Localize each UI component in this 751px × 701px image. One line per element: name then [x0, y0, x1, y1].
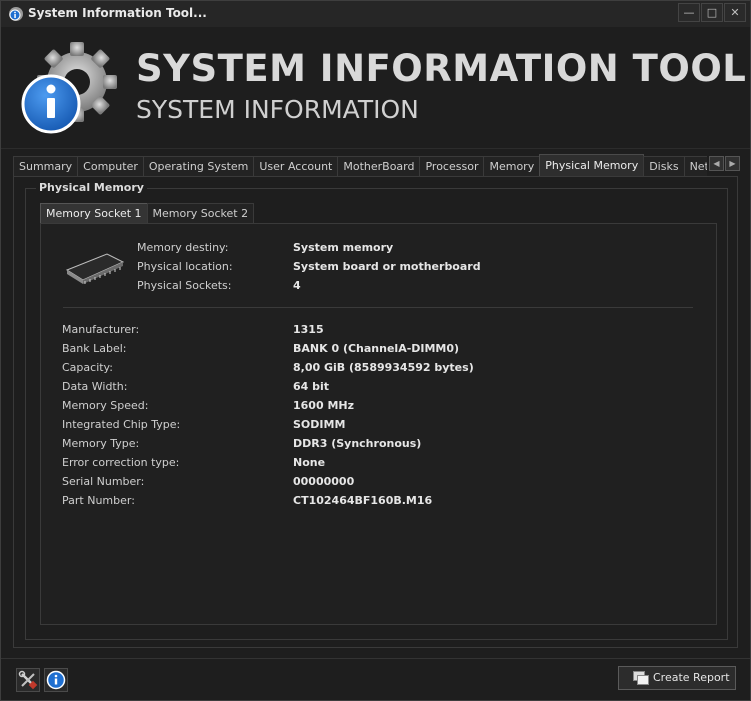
- tab-operating-system[interactable]: Operating System: [142, 156, 255, 176]
- tab-network-adapter[interactable]: Network Adapter: [683, 156, 707, 176]
- serial-number-label: Serial Number:: [62, 475, 145, 488]
- maximize-button[interactable]: □: [701, 3, 723, 22]
- tab-motherboard[interactable]: MotherBoard: [337, 156, 421, 176]
- error-correction-type-value: None: [293, 456, 326, 469]
- data-width-label: Data Width:: [62, 380, 128, 393]
- tab-disks[interactable]: Disks: [643, 156, 685, 176]
- memory-destiny-value: System memory: [293, 241, 394, 254]
- bank-label-label: Bank Label:: [62, 342, 127, 355]
- tools-button[interactable]: [16, 668, 40, 692]
- tab-memory-socket-2[interactable]: Memory Socket 2: [146, 203, 255, 223]
- group-title: Physical Memory: [36, 181, 147, 194]
- memory-destiny-label: Memory destiny:: [137, 241, 229, 254]
- integrated-chip-type-label: Integrated Chip Type:: [62, 418, 181, 431]
- app-header: SYSTEM INFORMATION TOOL SYSTEM INFORMATI…: [1, 27, 750, 149]
- physical-location-value: System board or motherboard: [293, 260, 481, 273]
- tab-processor[interactable]: Processor: [419, 156, 485, 176]
- manufacturer-label: Manufacturer:: [62, 323, 140, 336]
- app-icon: [9, 7, 23, 21]
- data-width-value: 64 bit: [293, 380, 330, 393]
- memory-chip-icon: [65, 253, 125, 284]
- main-tabs: Summary Computer Operating System User A…: [13, 154, 707, 176]
- tab-summary[interactable]: Summary: [13, 156, 79, 176]
- part-number-value: CT102464BF160B.M16: [293, 494, 433, 507]
- tab-memory[interactable]: Memory: [483, 156, 541, 176]
- serial-number-value: 00000000: [293, 475, 355, 488]
- tab-user-account[interactable]: User Account: [253, 156, 339, 176]
- error-correction-type-label: Error correction type:: [62, 456, 180, 469]
- create-report-label: Create Report: [653, 671, 730, 684]
- memory-type-value: DDR3 (Synchronous): [293, 437, 422, 450]
- physical-sockets-label: Physical Sockets:: [137, 279, 232, 292]
- memory-speed-label: Memory Speed:: [62, 399, 149, 412]
- tab-physical-memory[interactable]: Physical Memory: [539, 154, 645, 176]
- about-button[interactable]: [44, 668, 68, 692]
- socket-tabs: Memory Socket 1 Memory Socket 2: [40, 203, 255, 223]
- bank-label-value: BANK 0 (ChannelA-DIMM0): [293, 342, 460, 355]
- tab-memory-socket-1[interactable]: Memory Socket 1: [40, 203, 148, 223]
- manufacturer-value: 1315: [293, 323, 324, 336]
- info-icon: [46, 670, 66, 690]
- part-number-label: Part Number:: [62, 494, 135, 507]
- memory-type-label: Memory Type:: [62, 437, 140, 450]
- report-icon: [633, 671, 649, 685]
- physical-location-label: Physical location:: [137, 260, 233, 273]
- close-button[interactable]: ✕: [724, 3, 746, 22]
- memory-speed-value: 1600 MHz: [293, 399, 354, 412]
- gear-info-logo-icon: [21, 42, 117, 134]
- integrated-chip-type-value: SODIMM: [293, 418, 346, 431]
- minimize-button[interactable]: —: [678, 3, 700, 22]
- divider: [63, 307, 693, 308]
- app-window: System Information Tool... — □ ✕ SYSTEM …: [0, 0, 751, 701]
- physical-memory-panel: Physical Memory Memory Socket 1 Memory S…: [13, 176, 738, 648]
- tab-scroll-left-button[interactable]: ◀: [709, 156, 724, 171]
- header-title: SYSTEM INFORMATION TOOL: [136, 47, 747, 90]
- header-subtitle: SYSTEM INFORMATION: [136, 95, 419, 124]
- create-report-button[interactable]: Create Report: [618, 666, 736, 690]
- capacity-value: 8,00 GiB (8589934592 bytes): [293, 361, 474, 374]
- bottom-bar: Create Report: [1, 658, 750, 700]
- window-title: System Information Tool...: [28, 6, 207, 20]
- physical-sockets-value: 4: [293, 279, 301, 292]
- title-bar[interactable]: System Information Tool... — □ ✕: [1, 1, 750, 27]
- tools-icon: [18, 670, 38, 690]
- tab-scroll-right-button[interactable]: ▶: [725, 156, 740, 171]
- capacity-label: Capacity:: [62, 361, 113, 374]
- socket-details: Memory destiny: System memory Physical l…: [40, 223, 717, 625]
- tab-computer[interactable]: Computer: [77, 156, 144, 176]
